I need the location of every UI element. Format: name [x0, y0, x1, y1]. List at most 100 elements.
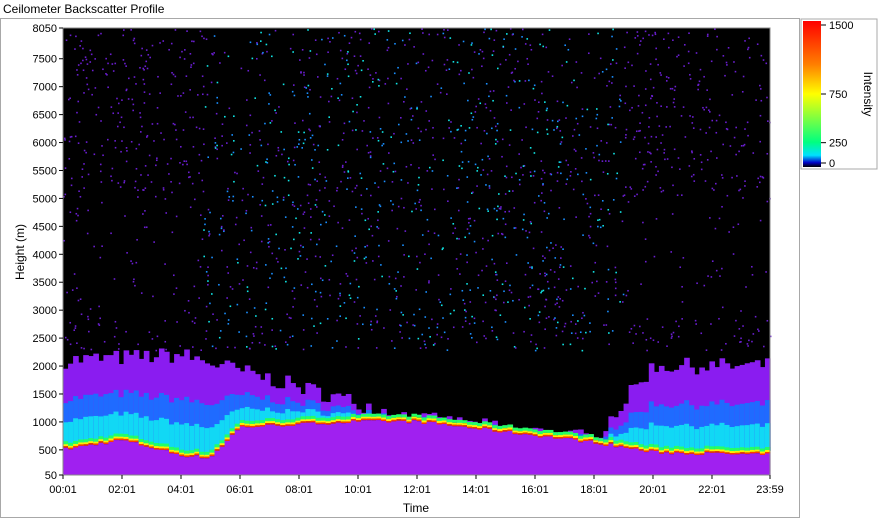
heatmap-cell: [68, 157, 71, 160]
heatmap-cell: [734, 450, 741, 453]
heatmap-cell: [360, 418, 367, 421]
heatmap-cell: [169, 453, 175, 475]
heatmap-cell: [184, 49, 186, 51]
heatmap-cell: [632, 138, 635, 141]
heatmap-cell: [691, 150, 693, 152]
heatmap-cell: [83, 149, 86, 152]
heatmap-cell: [724, 453, 731, 475]
heatmap-cell: [546, 133, 549, 135]
heatmap-cell: [347, 51, 349, 53]
heatmap-cell: [607, 310, 609, 313]
heatmap-cell: [719, 275, 721, 277]
heatmap-cell: [581, 180, 583, 183]
heatmap-cell: [677, 335, 680, 338]
heatmap-cell: [676, 55, 678, 58]
heatmap-cell: [607, 268, 610, 271]
heatmap-cell: [436, 83, 439, 85]
heatmap-cell: [145, 60, 148, 63]
heatmap-cell: [356, 296, 359, 299]
heatmap-cell: [174, 75, 177, 78]
heatmap-cell: [207, 208, 210, 211]
heatmap-cell: [271, 190, 274, 192]
heatmap-cell: [205, 330, 208, 332]
heatmap-cell: [766, 152, 769, 155]
heatmap-cell: [513, 227, 516, 229]
heatmap-cell: [147, 174, 149, 176]
heatmap-cell: [375, 347, 378, 349]
heatmap-cell: [113, 433, 120, 437]
heatmap-cell: [426, 418, 433, 421]
heatmap-cell: [298, 250, 301, 253]
heatmap-cell: [484, 103, 487, 105]
heatmap-cell: [108, 440, 115, 442]
heatmap-cell: [447, 338, 449, 340]
heatmap-cell: [249, 425, 256, 428]
heatmap-cell: [508, 289, 511, 292]
heatmap-cell: [747, 134, 749, 137]
heatmap-cell: [275, 424, 281, 426]
heatmap-cell: [175, 138, 178, 141]
heatmap-cell: [598, 441, 604, 444]
heatmap-cell: [359, 95, 362, 98]
heatmap-cell: [254, 425, 261, 427]
heatmap-cell: [371, 420, 377, 475]
heatmap-cell: [757, 177, 759, 180]
heatmap-cell: [369, 155, 372, 157]
heatmap-cell: [537, 431, 544, 435]
heatmap-cell: [132, 109, 134, 112]
heatmap-cell: [309, 238, 312, 241]
heatmap-cell: [274, 29, 277, 32]
heatmap-cell: [164, 446, 170, 449]
heatmap-cell: [345, 422, 352, 475]
heatmap-cell: [766, 200, 769, 203]
heatmap-cell: [665, 80, 668, 82]
heatmap-cell: [223, 51, 226, 54]
heatmap-cell: [689, 452, 695, 454]
heatmap-cell: [721, 267, 723, 270]
heatmap-cell: [652, 86, 655, 89]
heatmap-cell: [111, 179, 113, 182]
heatmap-cell: [153, 449, 160, 475]
heatmap-cell: [410, 163, 412, 166]
heatmap-cell: [740, 340, 742, 343]
heatmap-cell: [353, 55, 356, 58]
heatmap-cell: [93, 153, 96, 156]
heatmap-cell: [470, 112, 473, 115]
heatmap-cell: [261, 199, 264, 202]
heatmap-cell: [233, 140, 235, 142]
heatmap-cell: [148, 446, 155, 449]
heatmap-cell: [335, 416, 342, 420]
heatmap-cell: [569, 175, 572, 177]
heatmap-cell: [245, 124, 248, 127]
heatmap-cell: [153, 140, 155, 142]
heatmap-cell: [504, 210, 506, 213]
heatmap-cell: [73, 329, 76, 332]
heatmap-cell: [705, 106, 708, 109]
heatmap-cell: [207, 274, 209, 277]
heatmap-cell: [83, 442, 89, 445]
heatmap-cell: [195, 126, 198, 129]
heatmap-cell: [721, 306, 724, 309]
heatmap-cell: [511, 33, 514, 36]
heatmap-cell: [462, 299, 465, 301]
heatmap-cell: [492, 99, 494, 102]
heatmap-cell: [535, 343, 537, 346]
heatmap-cell: [388, 152, 390, 154]
heatmap-cell: [689, 73, 691, 76]
heatmap-cell: [347, 171, 350, 173]
heatmap-cell: [236, 258, 239, 261]
heatmap-cell: [315, 417, 322, 421]
heatmap-cell: [732, 253, 735, 255]
heatmap-cell: [748, 339, 750, 342]
heatmap-cell: [474, 163, 477, 166]
heatmap-cell: [378, 85, 380, 87]
heatmap-cell: [68, 445, 74, 448]
heatmap-cell: [362, 323, 364, 326]
heatmap-cell: [507, 427, 514, 430]
heatmap-cell: [295, 417, 301, 421]
heatmap-cell: [555, 327, 558, 329]
heatmap-cell: [133, 440, 140, 443]
heatmap-cell: [267, 143, 269, 146]
heatmap-cell: [476, 126, 478, 129]
heatmap-cell: [562, 434, 569, 437]
